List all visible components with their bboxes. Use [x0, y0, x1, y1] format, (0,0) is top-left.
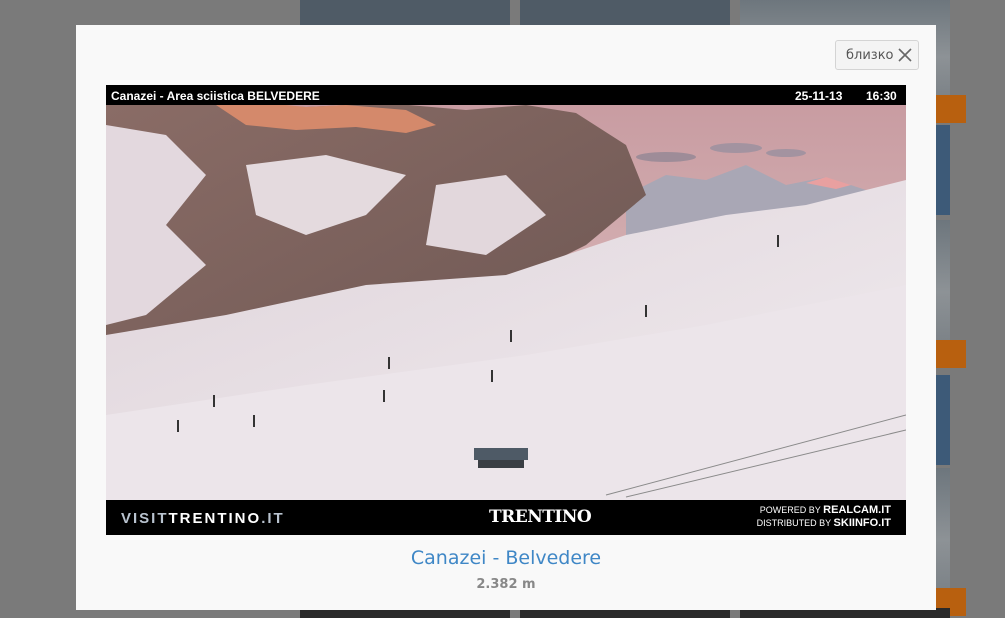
powered-by: REALCAM.IT [823, 504, 891, 516]
credits: POWERED BY REALCAM.IT DISTRIBUTED BY SKI… [757, 504, 891, 530]
webcam-top-overlay: Canazei - Area sciistica BELVEDERE 25-11… [106, 85, 906, 105]
webcam-time: 16:30 [866, 89, 897, 103]
thumbnail-action-button[interactable] [936, 340, 966, 368]
powered-prefix: POWERED BY [759, 505, 821, 515]
distributed-by: SKIINFO.IT [833, 517, 891, 529]
webcam-footer: VISITTRENTINO.IT TRENTINO POWERED BY REA… [106, 500, 906, 535]
webcam-name-link[interactable]: Canazei - Belvedere [76, 547, 936, 569]
webcam-thumbnail[interactable] [300, 0, 510, 25]
distributed-prefix: DISTRIBUTED BY [756, 518, 832, 528]
visit-prefix: VISIT [121, 510, 169, 527]
webcam-date: 25-11-13 [795, 89, 843, 103]
webcam-modal: близко Canazei - Area sciistica BELVEDER… [76, 25, 936, 610]
visit-brand: TRENTINO [168, 510, 262, 527]
close-icon[interactable] [898, 48, 912, 62]
visittrentino-logo: VISITTRENTINO.IT [121, 510, 285, 527]
webcam-scene [106, 85, 906, 535]
close-button[interactable]: близко [835, 40, 919, 70]
trentino-logo: TRENTINO [489, 507, 592, 527]
visit-suffix: .IT [261, 510, 285, 527]
close-button-label: близко [846, 47, 894, 63]
webcam-title: Canazei - Area sciistica BELVEDERE [111, 89, 320, 103]
webcam-altitude: 2.382 m [476, 577, 536, 592]
webcam-image: Canazei - Area sciistica BELVEDERE 25-11… [106, 85, 906, 535]
webcam-thumbnail[interactable] [520, 0, 730, 25]
thumbnail-action-button[interactable] [936, 95, 966, 123]
